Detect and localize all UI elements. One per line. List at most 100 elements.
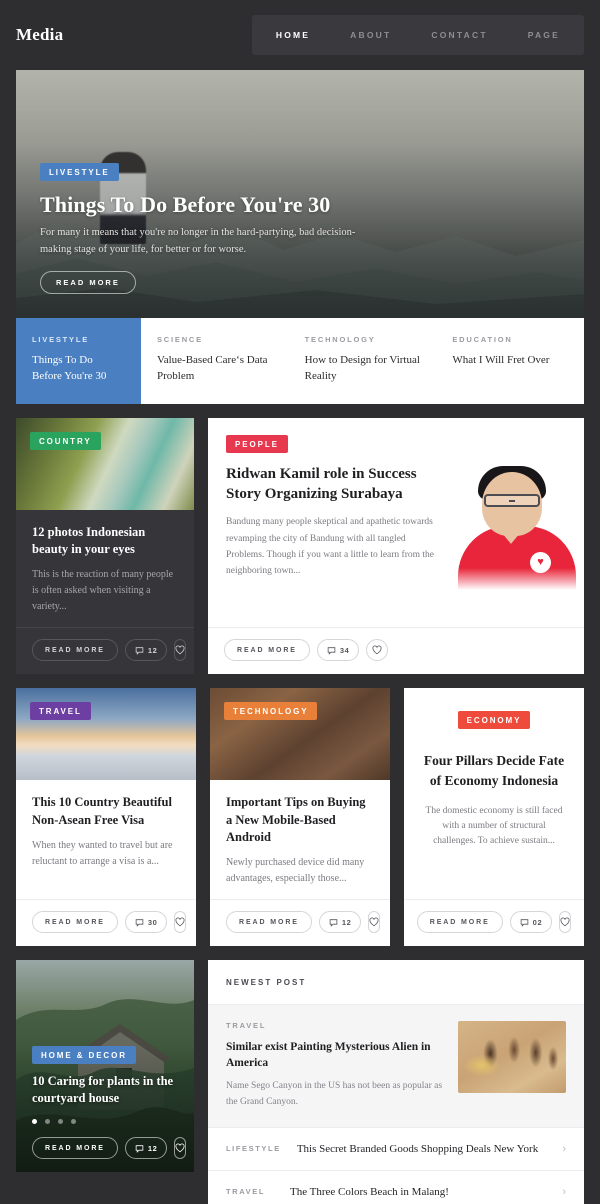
carousel-dot[interactable] [71, 1119, 76, 1125]
like-button[interactable] [559, 911, 572, 934]
card-country[interactable]: COUNTRY 12 photos Indonesian beauty in y… [16, 417, 194, 675]
hero-tab-education[interactable]: EDUCATION What I Will Fret Over [436, 318, 584, 404]
card-home-decor[interactable]: HOME & DECOR 10 Caring for plants in the… [16, 960, 194, 1173]
comment-count[interactable]: 02 [509, 911, 553, 934]
hero-tab-category: LIVESTYLE [32, 335, 90, 344]
card-title: Four Pillars Decide Fate of Economy Indo… [423, 753, 565, 788]
hero-read-more-button[interactable]: READ MORE [40, 271, 136, 294]
card-category-badge[interactable]: ECONOMY [457, 711, 531, 730]
hero-banner[interactable]: LIVESTYLE Things To Do Before You're 30 … [16, 70, 584, 318]
comment-count-value: 34 [339, 645, 350, 655]
nav-item-about[interactable]: ABOUT [330, 15, 411, 55]
heart-icon [369, 917, 379, 927]
list-item-title: The Three Colors Beach in Malang! [290, 1185, 449, 1198]
featured-post-title: Similar exist Painting Mysterious Alien … [226, 1041, 431, 1070]
heart-icon [175, 645, 185, 655]
featured-post[interactable]: TRAVEL Similar exist Painting Mysterious… [208, 1005, 584, 1127]
carousel-dot[interactable] [58, 1119, 63, 1125]
heart-icon [175, 917, 185, 927]
card-body: This 10 Country Beautiful Non-Asean Free… [16, 780, 196, 887]
like-button[interactable] [174, 1137, 187, 1160]
list-item-title: This Secret Branded Goods Shopping Deals… [296, 1142, 539, 1155]
hero-tab-technology[interactable]: TECHNOLOGY How to Design for Virtual Rea… [289, 318, 437, 404]
card-category-badge[interactable]: TRAVEL [30, 702, 91, 721]
hero-title: Things To Do Before You're 30 [40, 192, 331, 218]
comment-icon [327, 647, 336, 655]
card-category-badge[interactable]: TECHNOLOGY [224, 702, 318, 721]
read-more-button[interactable]: READ MORE [32, 639, 118, 662]
card-row-2: TRAVEL This 10 Country Beautiful Non-Ase… [16, 688, 584, 947]
heart-icon [175, 1143, 185, 1153]
card-title: Ridwan Kamil role in Success Story Organ… [226, 465, 417, 502]
nav-item-home[interactable]: HOME [256, 15, 330, 55]
read-more-button[interactable]: READ MORE [226, 911, 312, 934]
featured-post-excerpt: Name Sego Canyon in the US has not been … [226, 1081, 443, 1107]
comment-count[interactable]: 12 [124, 639, 168, 662]
card-people[interactable]: PEOPLE Ridwan Kamil role in Success Stor… [208, 417, 584, 675]
carousel-dot[interactable] [45, 1119, 50, 1125]
hero-tab-title: Value-Based Care‘s Data Problem [157, 354, 268, 382]
card-economy[interactable]: ECONOMY Four Pillars Decide Fate of Econ… [404, 688, 584, 947]
chevron-right-icon: › [562, 1185, 566, 1198]
hero-tab-science[interactable]: SCIENCE Value-Based Care‘s Data Problem [141, 318, 289, 404]
comment-count[interactable]: 12 [124, 1137, 168, 1160]
card-overlay-body: HOME & DECOR 10 Caring for plants in the… [16, 1045, 194, 1173]
read-more-button[interactable]: READ MORE [32, 1137, 118, 1160]
hero-excerpt: For many it means that you're no longer … [40, 227, 356, 255]
site-logo[interactable]: Media [16, 25, 63, 45]
card-category-badge[interactable]: HOME & DECOR [32, 1045, 136, 1064]
comment-icon [520, 918, 528, 927]
card-category-badge[interactable]: PEOPLE [226, 434, 288, 453]
comment-count-value: 12 [341, 917, 352, 927]
read-more-button[interactable]: READ MORE [224, 639, 310, 662]
card-travel[interactable]: TRAVEL This 10 Country Beautiful Non-Ase… [16, 688, 196, 947]
card-footer: READ MORE 02 [404, 899, 584, 946]
like-button[interactable] [174, 911, 187, 934]
comment-icon [135, 1144, 144, 1153]
comment-icon [135, 918, 144, 927]
nav-item-page[interactable]: PAGE [508, 15, 580, 55]
heart-icon [560, 917, 570, 927]
carousel-dot[interactable] [32, 1119, 37, 1125]
card-footer: READ MORE 34 [208, 627, 584, 674]
card-body: PEOPLE Ridwan Kamil role in Success Stor… [208, 418, 584, 590]
like-button[interactable] [174, 639, 187, 662]
card-image: TRAVEL [16, 688, 196, 781]
featured-post-category: TRAVEL [226, 1021, 267, 1031]
card-body: 12 photos Indonesian beauty in your eyes… [16, 510, 194, 616]
card-row-3: HOME & DECOR 10 Caring for plants in the… [16, 960, 584, 1204]
read-more-button[interactable]: READ MORE [416, 911, 503, 934]
hero-content: LIVESTYLE Things To Do Before You're 30 … [40, 162, 544, 294]
comment-icon [329, 918, 338, 927]
read-more-button[interactable]: READ MORE [32, 911, 118, 934]
comment-count-value: 02 [532, 917, 543, 927]
comment-count-value: 12 [147, 645, 158, 655]
list-item[interactable]: TRAVEL The Three Colors Beach in Malang!… [208, 1169, 584, 1204]
like-button[interactable] [368, 911, 381, 934]
hero-tab-title: What I Will Fret Over [452, 354, 550, 366]
newest-post-panel: NEWEST POST TRAVEL Similar exist Paintin… [208, 960, 584, 1204]
hero-tab-title: How to Design for Virtual Reality [304, 354, 420, 382]
list-item[interactable]: LIFESTYLE This Secret Branded Goods Shop… [208, 1126, 584, 1170]
card-footer: READ MORE 12 [210, 899, 390, 946]
card-excerpt: The domestic economy is still faced with… [425, 805, 563, 847]
nav-item-contact[interactable]: CONTACT [411, 15, 507, 55]
comment-count[interactable]: 34 [316, 639, 360, 662]
comment-count[interactable]: 30 [124, 911, 168, 934]
hero-tab-livestyle[interactable]: LIVESTYLE Things To Do Before You're 30 [16, 318, 141, 404]
hero-tab-category: TECHNOLOGY [304, 335, 376, 344]
like-button[interactable] [366, 639, 389, 662]
list-item-category: LIFESTYLE [226, 1144, 281, 1154]
comment-count[interactable]: 12 [318, 911, 362, 934]
newest-post-heading: NEWEST POST [208, 960, 584, 1006]
hero-category-badge[interactable]: LIVESTYLE [40, 163, 119, 182]
featured-post-thumbnail [458, 1021, 566, 1094]
card-title: 12 photos Indonesian beauty in your eyes [32, 524, 146, 557]
card-category-badge[interactable]: COUNTRY [30, 431, 101, 450]
chevron-right-icon: › [562, 1142, 566, 1155]
card-technology[interactable]: TECHNOLOGY Important Tips on Buying a Ne… [210, 688, 390, 947]
page-root: Media HOME ABOUT CONTACT PAGE LIVESTYLE … [0, 0, 600, 1204]
card-body: Important Tips on Buying a New Mobile-Ba… [210, 780, 390, 887]
hero-tab-category: SCIENCE [157, 335, 203, 344]
card-footer: READ MORE 12 [16, 627, 194, 674]
